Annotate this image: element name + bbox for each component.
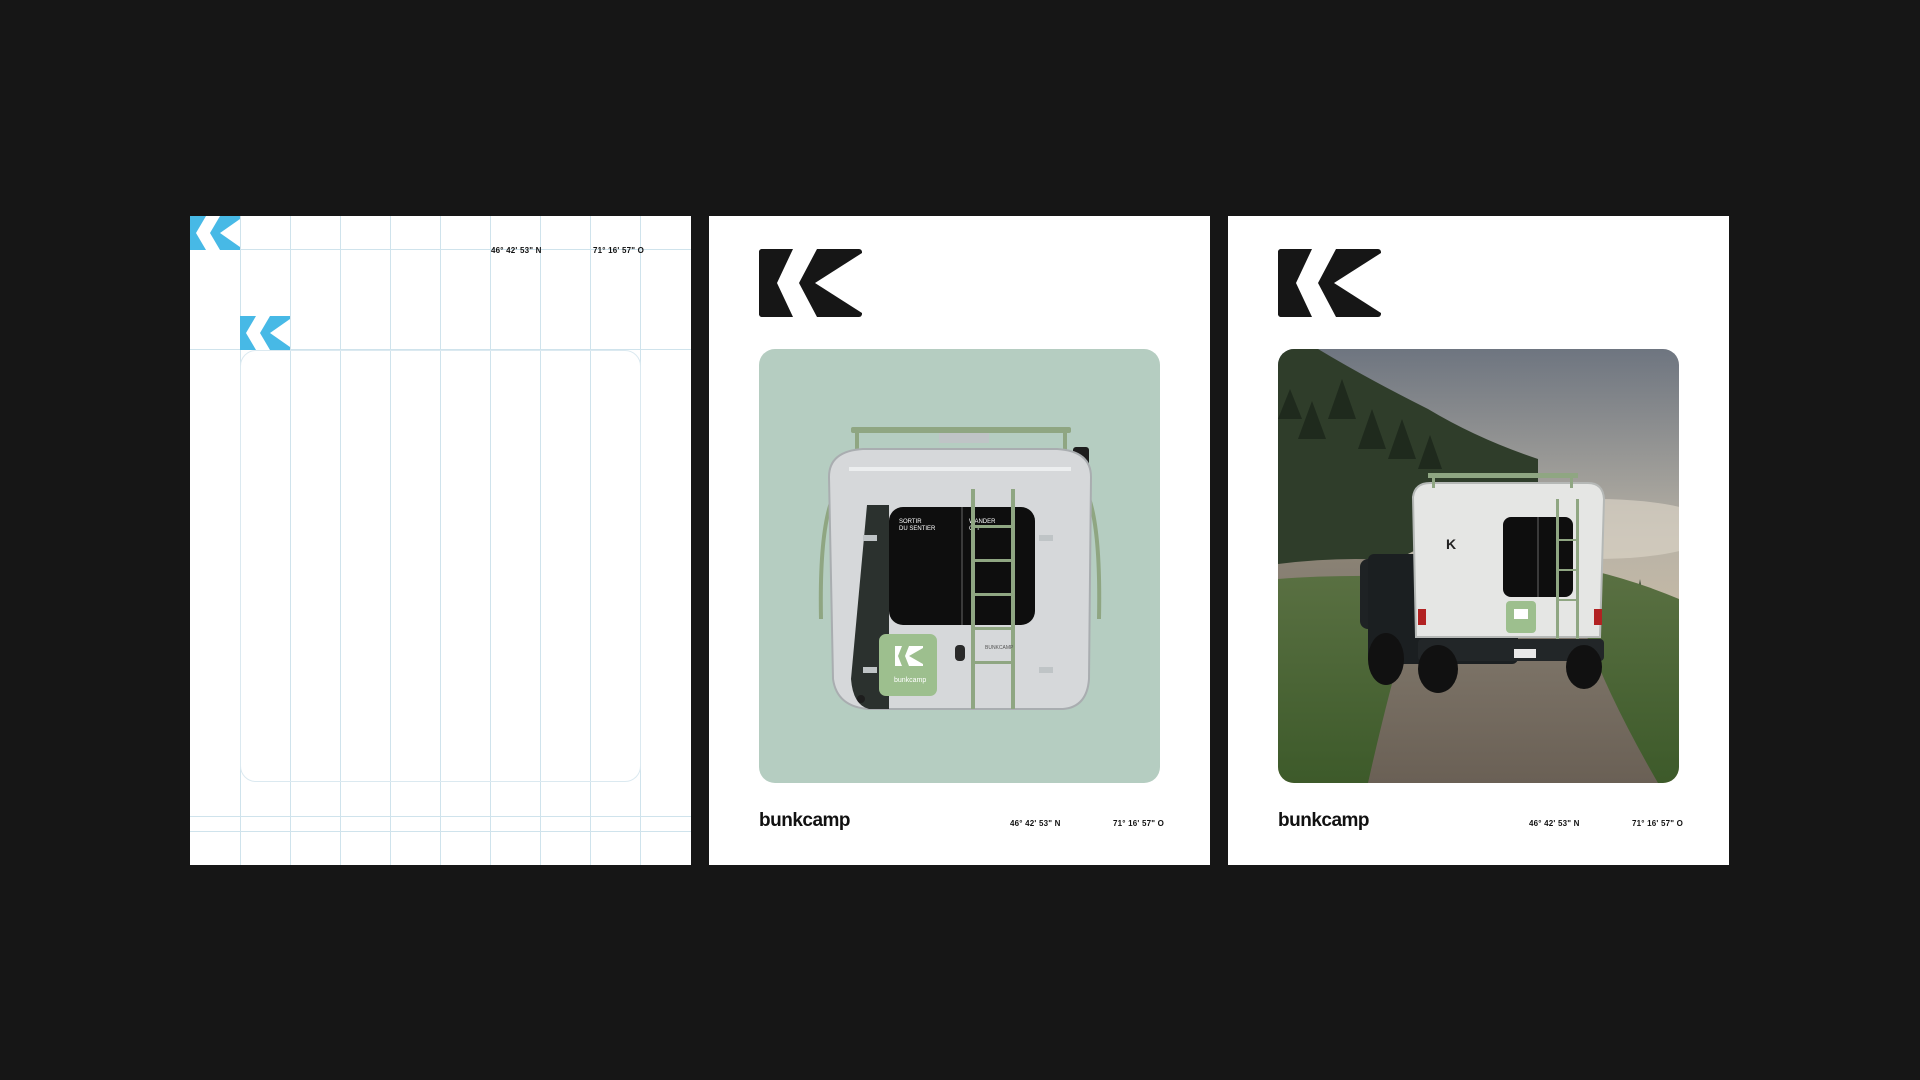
grid-row-line — [190, 831, 691, 832]
svg-text:SORTIR: SORTIR — [899, 519, 922, 525]
landscape-photo-panel: K — [1278, 349, 1679, 783]
k-logo-icon — [759, 249, 862, 317]
landscape-photo-poster: K bunkcamp 46° 42' 53" N 71° 16' 57" O — [1228, 216, 1729, 865]
svg-text:BUNKCAMP: BUNKCAMP — [985, 645, 1014, 651]
camper-truck-mountain-photo: K — [1278, 349, 1679, 783]
van-mockup-poster: SORTIR DU SENTIER WANDER OFF bunkcamp BU… — [709, 216, 1210, 865]
k-logo-icon — [240, 316, 290, 350]
k-logo-icon — [190, 216, 240, 250]
longitude-label: 71° 16' 57" O — [593, 246, 645, 255]
grid-template-poster: 46° 42' 53" N 71° 16' 57" O — [190, 216, 691, 865]
latitude-label: 46° 42' 53" N — [491, 246, 542, 255]
latitude-label: 46° 42' 53" N — [1529, 819, 1580, 828]
longitude-label: 71° 16' 57" O — [1632, 819, 1684, 828]
grid-row-line — [190, 816, 691, 817]
k-logo-icon — [1278, 249, 1381, 317]
svg-text:bunkcamp: bunkcamp — [894, 677, 926, 684]
image-frame-guide — [240, 350, 641, 782]
longitude-label: 71° 16' 57" O — [1113, 819, 1165, 828]
bunkcamp-wordmark: bunkcamp — [759, 810, 851, 831]
svg-text:DU SENTIER: DU SENTIER — [899, 526, 936, 532]
latitude-label: 46° 42' 53" N — [1010, 819, 1061, 828]
bunkcamp-wordmark: bunkcamp — [1278, 810, 1370, 831]
van-rear-panel: SORTIR DU SENTIER WANDER OFF bunkcamp BU… — [759, 349, 1160, 783]
svg-text:K: K — [1446, 536, 1456, 552]
camper-rear-illustration: SORTIR DU SENTIER WANDER OFF bunkcamp BU… — [818, 427, 1102, 710]
